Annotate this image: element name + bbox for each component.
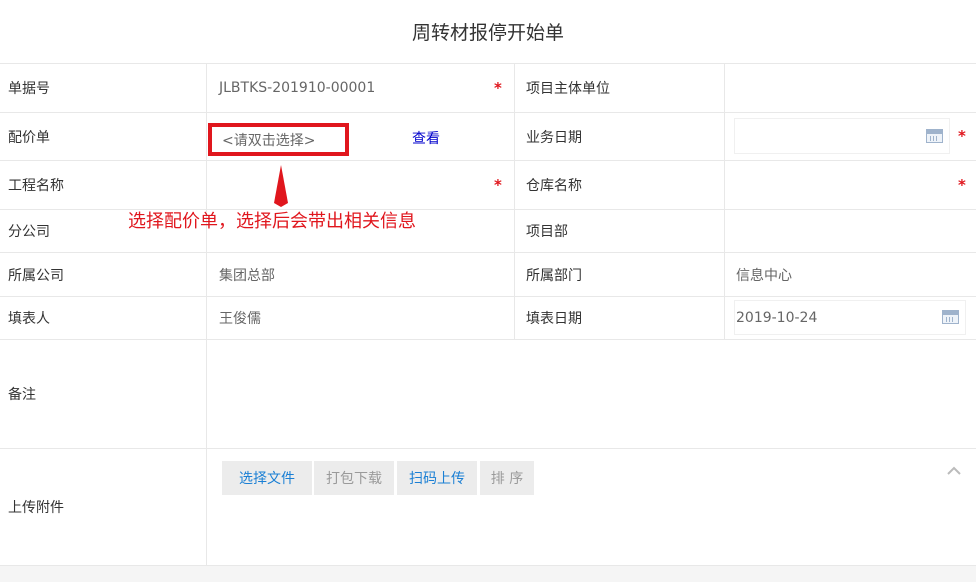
business-date-label: 业务日期: [515, 113, 725, 161]
pricing-label: 配价单: [0, 113, 207, 161]
project-dept-label: 项目部: [515, 210, 725, 253]
footer-bar: [0, 566, 976, 582]
project-name-label: 工程名称: [0, 161, 207, 210]
required-mark: *: [494, 79, 502, 97]
doc-no-label: 单据号: [0, 63, 207, 113]
project-name-field[interactable]: [207, 161, 515, 210]
scan-upload-button[interactable]: 扫码上传: [397, 461, 477, 495]
fill-date-field[interactable]: 2019-10-24: [725, 297, 976, 340]
company-label: 所属公司: [0, 253, 207, 297]
required-mark: *: [958, 127, 966, 145]
form-title: 周转材报停开始单: [0, 0, 976, 64]
choose-file-button[interactable]: 选择文件: [222, 461, 312, 495]
chevron-up-icon[interactable]: [946, 466, 962, 476]
dept-label: 所属部门: [515, 253, 725, 297]
fill-date-value: 2019-10-24: [736, 310, 818, 326]
warehouse-label: 仓库名称: [515, 161, 725, 210]
filler-label: 填表人: [0, 297, 207, 340]
annotation-text: 选择配价单，选择后会带出相关信息: [128, 211, 416, 232]
dept-field: 信息中心: [725, 253, 976, 297]
download-zip-button[interactable]: 打包下载: [314, 461, 394, 495]
company-field: 集团总部: [207, 253, 515, 297]
project-dept-field[interactable]: [725, 210, 976, 253]
business-date-input[interactable]: [734, 118, 950, 154]
required-mark: *: [958, 176, 966, 194]
view-link[interactable]: 查看: [412, 128, 440, 148]
fill-date-label: 填表日期: [515, 297, 725, 340]
remarks-textarea[interactable]: [207, 340, 976, 449]
attachment-label: 上传附件: [0, 449, 207, 566]
filler-value: 王俊儒: [219, 311, 261, 327]
pricing-placeholder: <请双击选择>: [222, 132, 316, 149]
dept-value: 信息中心: [736, 267, 792, 284]
pricing-select-input[interactable]: <请双击选择>: [208, 123, 349, 156]
doc-no-field[interactable]: JLBTKS-201910-00001: [207, 63, 515, 113]
annotation-arrow-icon: [274, 165, 288, 207]
remarks-label: 备注: [0, 340, 207, 449]
filler-field: 王俊儒: [207, 297, 515, 340]
calendar-icon[interactable]: [926, 129, 943, 143]
company-value: 集团总部: [219, 267, 275, 284]
project-entity-field[interactable]: [725, 63, 976, 113]
warehouse-field[interactable]: [725, 161, 976, 210]
doc-no-value: JLBTKS-201910-00001: [219, 79, 376, 96]
sort-button[interactable]: 排 序: [480, 461, 534, 495]
project-entity-label: 项目主体单位: [515, 63, 725, 113]
required-mark: *: [494, 176, 502, 194]
calendar-icon[interactable]: [942, 310, 959, 324]
